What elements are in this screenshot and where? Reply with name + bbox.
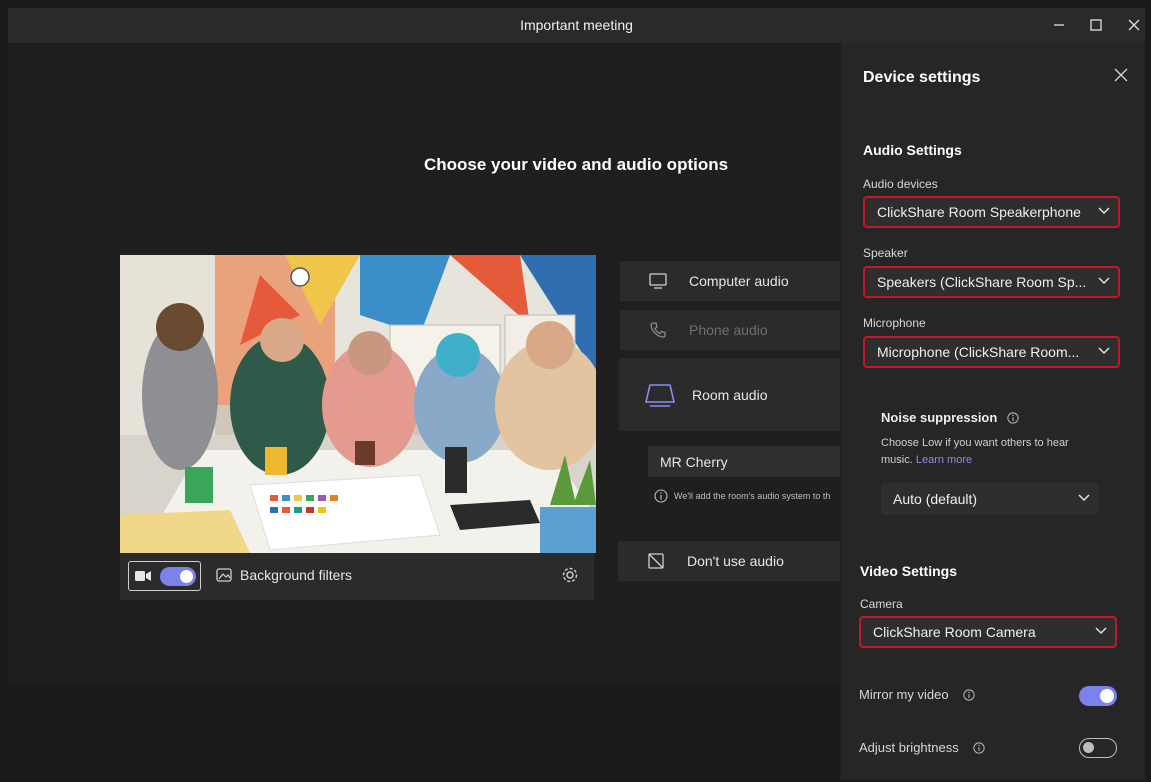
noise-suppression-text: Choose Low if you want others to hear mu… bbox=[881, 437, 1069, 466]
toggle-knob bbox=[1083, 742, 1094, 753]
noise-suppression-value: Auto (default) bbox=[893, 491, 978, 507]
close-panel-button[interactable] bbox=[1114, 68, 1128, 87]
chevron-down-icon bbox=[1078, 494, 1090, 502]
microphone-value: Microphone (ClickShare Room... bbox=[877, 344, 1080, 360]
stage-footer bbox=[8, 683, 840, 780]
computer-audio-label: Computer audio bbox=[689, 273, 789, 289]
room-audio-note-text: We'll add the room's audio system to th bbox=[674, 491, 831, 501]
camera-toggle[interactable] bbox=[128, 561, 201, 591]
no-audio-option[interactable]: Don't use audio bbox=[618, 541, 840, 581]
microphone-label: Microphone bbox=[863, 316, 926, 330]
mirror-video-toggle[interactable] bbox=[1079, 686, 1117, 706]
noise-suppression-dropdown[interactable]: Auto (default) bbox=[881, 483, 1098, 515]
noise-suppression-label: Noise suppression bbox=[881, 410, 998, 425]
room-audio-note: We'll add the room's audio system to th bbox=[654, 489, 840, 503]
speaker-off-icon bbox=[648, 553, 664, 569]
room-audio-icon bbox=[644, 383, 676, 407]
camera-label: Camera bbox=[860, 597, 903, 611]
background-filters-label: Background filters bbox=[240, 567, 353, 583]
panel-title: Device settings bbox=[863, 69, 981, 86]
room-audio-label: Room audio bbox=[692, 386, 768, 403]
info-icon bbox=[654, 489, 668, 503]
video-camera-icon bbox=[135, 571, 151, 581]
phone-audio-option[interactable]: Phone audio bbox=[620, 310, 840, 350]
camera-value: ClickShare Room Camera bbox=[873, 624, 1036, 640]
background-filters-icon bbox=[216, 568, 232, 582]
phone-audio-label: Phone audio bbox=[689, 322, 768, 338]
adjust-brightness-row: Adjust brightness bbox=[859, 740, 985, 755]
maximize-button[interactable] bbox=[1083, 14, 1109, 36]
info-icon bbox=[973, 741, 985, 754]
computer-audio-option[interactable]: Computer audio bbox=[620, 261, 840, 301]
device-settings-panel: Device settings Audio Settings Audio dev… bbox=[841, 43, 1145, 780]
prejoin-stage: Background filters Computer audio Phone … bbox=[8, 43, 840, 780]
toggle-knob bbox=[1100, 689, 1114, 703]
minimize-icon bbox=[1054, 24, 1064, 26]
minimize-button[interactable] bbox=[1046, 14, 1072, 36]
info-icon bbox=[1007, 411, 1019, 424]
chevron-down-icon bbox=[1095, 627, 1107, 635]
mirror-video-label: Mirror my video bbox=[859, 687, 949, 702]
room-name-field[interactable]: MR Cherry bbox=[648, 446, 840, 477]
noise-suppression-description: Choose Low if you want others to hear mu… bbox=[881, 435, 1101, 469]
phone-icon bbox=[650, 322, 666, 338]
video-settings-heading: Video Settings bbox=[860, 563, 957, 579]
info-icon bbox=[962, 688, 975, 701]
video-preview bbox=[120, 255, 596, 553]
audio-devices-value: ClickShare Room Speakerphone bbox=[877, 204, 1081, 220]
video-preview-image bbox=[120, 255, 596, 553]
camera-dropdown[interactable]: ClickShare Room Camera bbox=[859, 616, 1117, 648]
adjust-brightness-label: Adjust brightness bbox=[859, 740, 959, 755]
chevron-down-icon bbox=[1098, 277, 1110, 285]
close-icon bbox=[1114, 68, 1128, 82]
chevron-down-icon bbox=[1098, 207, 1110, 215]
maximize-icon bbox=[1090, 19, 1102, 31]
computer-audio-icon bbox=[649, 273, 667, 289]
device-settings-button[interactable] bbox=[561, 566, 579, 589]
audio-settings-heading: Audio Settings bbox=[863, 142, 962, 158]
microphone-dropdown[interactable]: Microphone (ClickShare Room... bbox=[863, 336, 1120, 368]
audio-devices-dropdown[interactable]: ClickShare Room Speakerphone bbox=[863, 196, 1120, 228]
speaker-value: Speakers (ClickShare Room Sp... bbox=[877, 274, 1087, 290]
chevron-down-icon bbox=[1098, 347, 1110, 355]
room-audio-option[interactable]: Room audio bbox=[619, 358, 840, 431]
gear-icon bbox=[562, 567, 578, 583]
camera-switch-knob bbox=[180, 570, 193, 583]
no-audio-label: Don't use audio bbox=[687, 553, 784, 569]
background-filters-button[interactable]: Background filters bbox=[216, 567, 352, 583]
window-title: Important meeting bbox=[520, 17, 633, 33]
camera-switch[interactable] bbox=[160, 567, 196, 586]
learn-more-link[interactable]: Learn more bbox=[916, 454, 972, 466]
audio-devices-label: Audio devices bbox=[863, 177, 938, 191]
speaker-dropdown[interactable]: Speakers (ClickShare Room Sp... bbox=[863, 266, 1120, 298]
speaker-label: Speaker bbox=[863, 246, 908, 260]
meeting-window: Important meeting Background filters Com… bbox=[8, 8, 1145, 780]
close-window-button[interactable] bbox=[1121, 14, 1145, 36]
noise-suppression-title: Noise suppression bbox=[881, 410, 1019, 425]
preview-controls-bar: Background filters bbox=[120, 553, 594, 600]
mirror-video-row: Mirror my video bbox=[859, 687, 975, 702]
close-icon bbox=[1128, 19, 1140, 31]
adjust-brightness-toggle[interactable] bbox=[1079, 738, 1117, 758]
title-bar: Important meeting bbox=[8, 8, 1145, 43]
